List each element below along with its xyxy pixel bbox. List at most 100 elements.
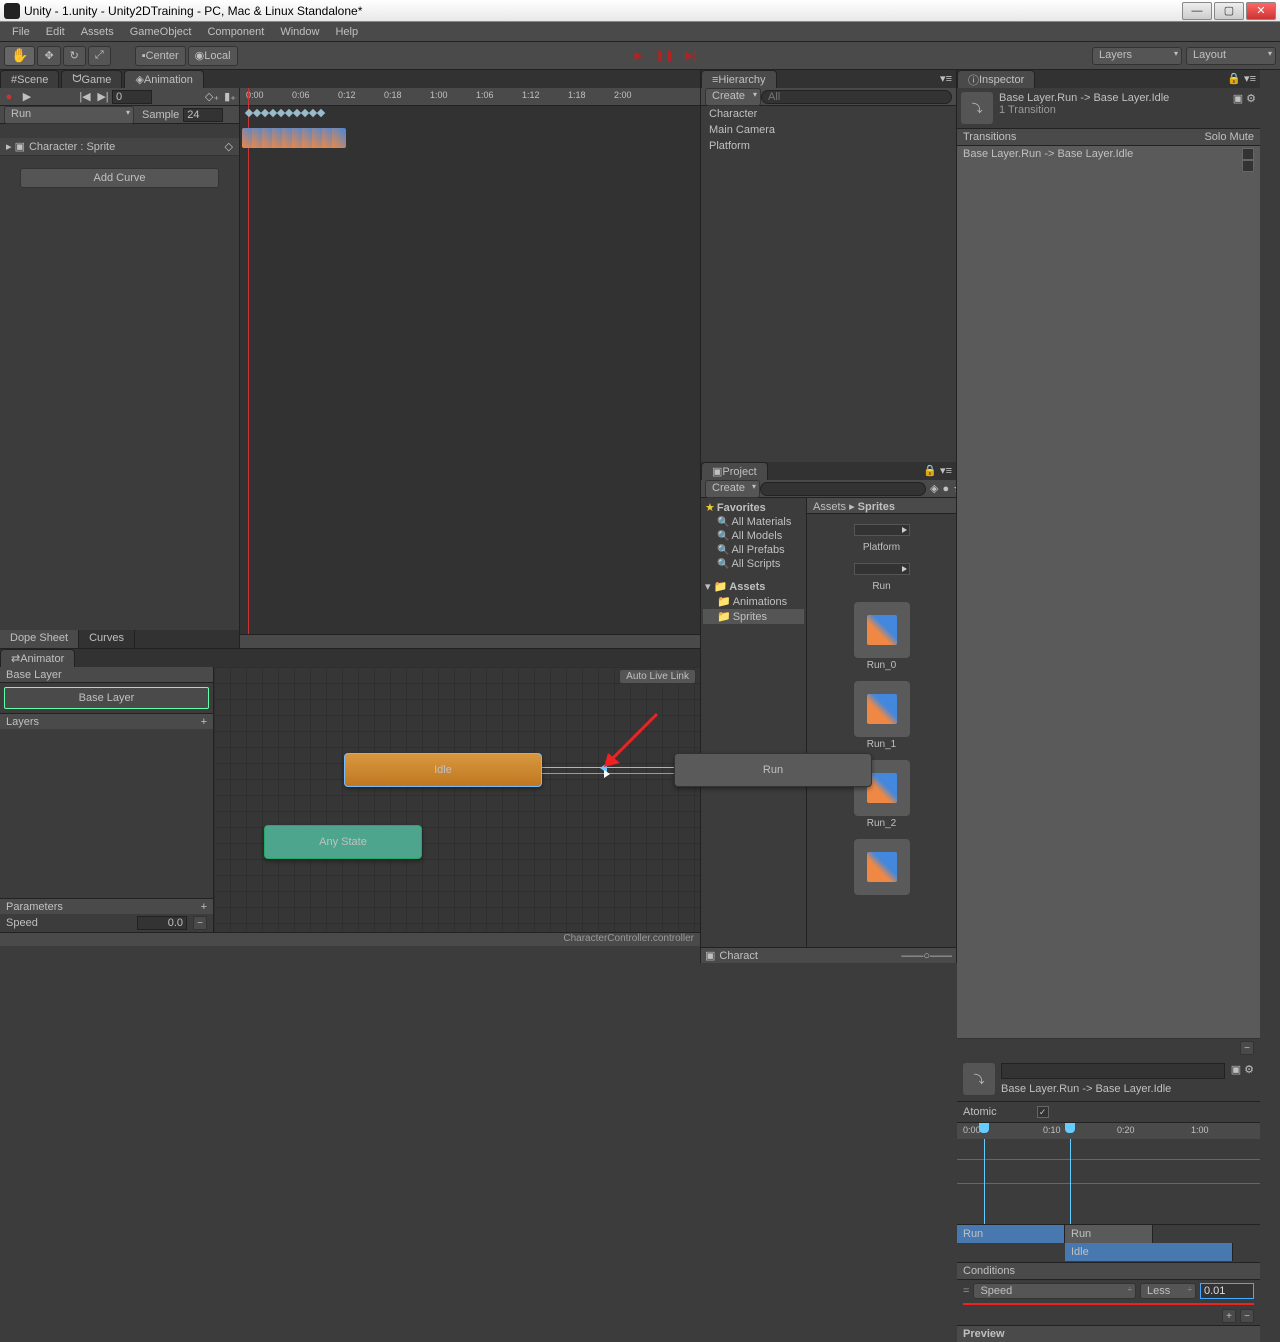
mute-checkbox[interactable] <box>1242 160 1254 172</box>
hierarchy-search-input[interactable] <box>761 90 952 104</box>
add-condition-button[interactable]: + <box>1222 1309 1236 1323</box>
remove-condition-button[interactable]: − <box>1240 1309 1254 1323</box>
insp-timeline-graph[interactable] <box>957 1139 1260 1225</box>
remove-param-button[interactable]: − <box>193 916 207 930</box>
layers-dropdown[interactable]: Layers <box>1092 47 1182 65</box>
search-type-icon[interactable]: ● <box>943 483 950 495</box>
menu-assets[interactable]: Assets <box>73 24 122 40</box>
asset-run-1[interactable] <box>854 681 910 737</box>
hierarchy-menu-icon[interactable]: ▾≡ <box>936 70 956 88</box>
timeline-end-handle[interactable] <box>1065 1123 1075 1133</box>
clip-idle[interactable]: Idle <box>1065 1243 1233 1261</box>
dopesheet-tab[interactable]: Dope Sheet <box>0 630 79 648</box>
auto-live-link-button[interactable]: Auto Live Link <box>619 669 696 684</box>
minimize-button[interactable]: — <box>1182 2 1212 20</box>
tree-animations[interactable]: 📁 Animations <box>703 594 804 609</box>
remove-transition-button[interactable]: − <box>1240 1041 1254 1055</box>
play-button[interactable]: ▶ <box>627 46 651 66</box>
project-menu-icon[interactable]: 🔒 ▾≡ <box>919 462 956 480</box>
animator-graph[interactable]: Auto Live Link Idle Run Any State <box>214 667 700 932</box>
insp-timeline-ruler[interactable]: 0:00 0:10 0:20 1:00 <box>957 1123 1260 1139</box>
transition-list-item[interactable]: Base Layer.Run -> Base Layer.Idle <box>957 146 1260 1039</box>
record-button[interactable]: ● <box>0 89 18 105</box>
node-run[interactable]: Run <box>674 753 872 787</box>
move-tool[interactable]: ✥ <box>37 46 60 66</box>
tab-animation[interactable]: ◈ Animation <box>124 70 203 88</box>
tree-sprites[interactable]: 📁 Sprites <box>703 609 804 624</box>
grid-size-slider[interactable]: ——○—— <box>901 950 952 962</box>
pause-button[interactable]: ❚❚ <box>653 46 677 66</box>
step-button[interactable]: ▶| <box>679 46 703 66</box>
timeline-start-handle[interactable] <box>979 1123 989 1133</box>
menu-edit[interactable]: Edit <box>38 24 73 40</box>
layer-base[interactable]: Base Layer <box>4 687 209 709</box>
node-idle[interactable]: Idle <box>344 753 542 787</box>
rotate-tool[interactable]: ↻ <box>63 46 86 66</box>
menu-file[interactable]: File <box>4 24 38 40</box>
tab-game[interactable]: ᗢ Game <box>61 70 122 88</box>
keyframe-row[interactable] <box>246 110 324 116</box>
hierarchy-item-camera[interactable]: Main Camera <box>701 122 956 138</box>
project-breadcrumb[interactable]: Assets ▸ Sprites <box>807 498 956 514</box>
tree-all-scripts[interactable]: 🔍All Scripts <box>703 557 804 571</box>
transition-name-field[interactable] <box>1001 1063 1225 1079</box>
curves-tab[interactable]: Curves <box>79 630 135 648</box>
add-event-button[interactable]: ▮₊ <box>221 89 239 105</box>
condition-param-dropdown[interactable]: Speed <box>973 1283 1136 1299</box>
menu-window[interactable]: Window <box>272 24 327 40</box>
add-layer-button[interactable]: + <box>201 716 207 727</box>
tab-project[interactable]: ▣ Project <box>701 462 768 480</box>
anim-play-button[interactable]: ▶ <box>18 89 36 105</box>
node-anystate[interactable]: Any State <box>264 825 422 859</box>
inspector-help-icon[interactable]: ▣ ⚙ <box>1233 92 1256 124</box>
inspector-lock-icon[interactable]: 🔒 ▾≡ <box>1223 70 1260 88</box>
next-key-button[interactable]: ▶| <box>94 89 112 105</box>
close-button[interactable]: ✕ <box>1246 2 1276 20</box>
timeline-scrollbar[interactable] <box>240 634 700 648</box>
clip-run-right[interactable]: Run <box>1065 1225 1153 1243</box>
pivot-center-button[interactable]: ▪ Center <box>135 46 186 66</box>
animation-timeline[interactable]: 0:00 0:06 0:12 0:18 1:00 1:06 1:12 1:18 … <box>240 88 700 648</box>
menu-component[interactable]: Component <box>199 24 272 40</box>
scale-tool[interactable]: ⤢ <box>88 46 111 66</box>
timeline-ruler[interactable]: 0:00 0:06 0:12 0:18 1:00 1:06 1:12 1:18 … <box>240 88 700 106</box>
asset-platform[interactable] <box>854 524 910 536</box>
project-grid[interactable]: Platform Run Run_0 Run_1 Run_2 <box>807 514 956 947</box>
menu-help[interactable]: Help <box>327 24 366 40</box>
project-search-input[interactable] <box>760 482 926 496</box>
solo-checkbox[interactable] <box>1242 148 1254 160</box>
asset-run-3[interactable] <box>854 839 910 895</box>
prev-key-button[interactable]: |◀ <box>76 89 94 105</box>
frame-field[interactable]: 0 <box>112 90 152 104</box>
maximize-button[interactable]: ▢ <box>1214 2 1244 20</box>
param-name[interactable]: Speed <box>6 917 38 929</box>
tab-inspector[interactable]: ⓘ Inspector <box>957 70 1035 88</box>
search-filter-icon[interactable]: ◈ <box>930 482 938 495</box>
sample-field[interactable]: 24 <box>183 108 223 122</box>
condition-op-dropdown[interactable]: Less <box>1140 1283 1196 1299</box>
animator-breadcrumb[interactable]: Base Layer <box>0 667 213 683</box>
atomic-checkbox[interactable]: ✓ <box>1037 1106 1049 1118</box>
asset-run-0[interactable] <box>854 602 910 658</box>
project-create-dropdown[interactable]: Create <box>705 480 760 498</box>
inspector-help-icon-2[interactable]: ▣ ⚙ <box>1231 1063 1254 1095</box>
tab-hierarchy[interactable]: ≡ Hierarchy <box>701 70 777 88</box>
hierarchy-item-character[interactable]: Character <box>701 106 956 122</box>
clip-dropdown[interactable]: Run <box>4 106 134 124</box>
add-curve-button[interactable]: Add Curve <box>20 168 219 188</box>
clip-run-left[interactable]: Run <box>957 1225 1065 1243</box>
preview-header[interactable]: Preview <box>957 1325 1260 1342</box>
tree-favorites[interactable]: ★Favorites <box>703 500 804 515</box>
property-row[interactable]: ▸ ▣ Character : Sprite ◇ <box>0 138 239 156</box>
condition-value-field[interactable]: 0.01 <box>1200 1283 1254 1299</box>
menu-gameobject[interactable]: GameObject <box>122 24 200 40</box>
tree-assets[interactable]: ▾ 📁 Assets <box>703 579 804 594</box>
transition-idle-run[interactable] <box>542 767 674 773</box>
param-value[interactable]: 0.0 <box>137 916 187 930</box>
layout-dropdown[interactable]: Layout <box>1186 47 1276 65</box>
playhead[interactable] <box>248 88 249 648</box>
tab-scene[interactable]: # Scene <box>0 70 59 88</box>
add-param-button[interactable]: + <box>201 901 207 912</box>
hierarchy-create-dropdown[interactable]: Create <box>705 88 761 106</box>
pivot-local-button[interactable]: ◉ Local <box>188 46 238 66</box>
